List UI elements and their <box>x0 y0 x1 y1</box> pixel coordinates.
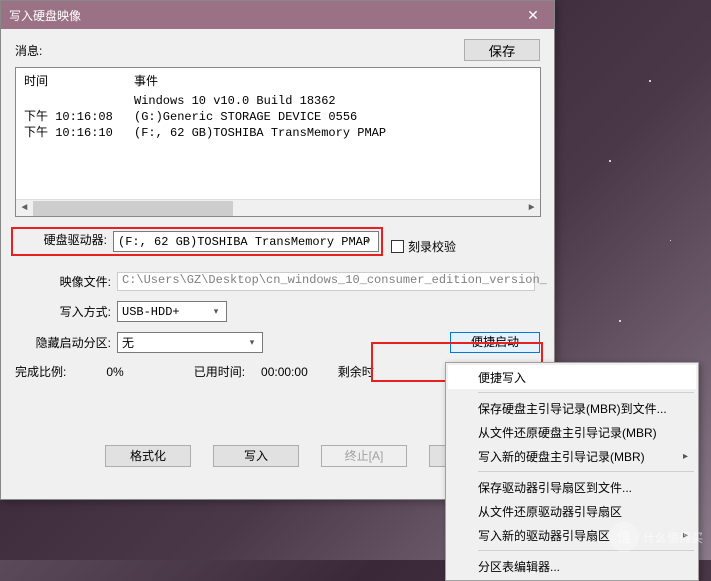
menu-item-restore-mbr[interactable]: 从文件还原硬盘主引导记录(MBR) <box>448 420 696 444</box>
menu-separator <box>478 471 694 472</box>
chevron-down-icon: ▾ <box>208 304 224 319</box>
close-button[interactable]: ✕ <box>512 1 554 29</box>
menu-separator <box>478 392 694 393</box>
menu-item-save-mbr[interactable]: 保存硬盘主引导记录(MBR)到文件... <box>448 396 696 420</box>
log-header-event: 事件 <box>134 72 158 89</box>
titlebar[interactable]: 写入硬盘映像 ✕ <box>1 1 554 29</box>
scroll-track[interactable] <box>33 200 523 217</box>
hide-boot-dropdown[interactable]: 无 ▾ <box>117 332 263 353</box>
hide-boot-label: 隐藏启动分区: <box>15 334 117 351</box>
menu-item-write-mbr[interactable]: 写入新的硬盘主引导记录(MBR) ▸ <box>448 444 696 468</box>
watermark-icon: 值 <box>609 522 639 552</box>
log-box: 时间 事件 Windows 10 v10.0 Build 18362 下午 10… <box>15 67 541 217</box>
menu-item-save-bootsector[interactable]: 保存驱动器引导扇区到文件... <box>448 475 696 499</box>
abort-button: 终止[A] <box>321 445 407 467</box>
save-button[interactable]: 保存 <box>464 39 540 61</box>
scrollbar-horizontal[interactable]: ◄ ► <box>16 199 540 216</box>
log-row: 下午 10:16:10 (F:, 62 GB)TOSHIBA TransMemo… <box>24 125 532 141</box>
quick-boot-button[interactable]: 便捷启动 <box>450 332 540 353</box>
close-icon: ✕ <box>527 7 539 24</box>
image-file-field[interactable]: C:\Users\GZ\Desktop\cn_windows_10_consum… <box>117 272 535 291</box>
watermark: 值 什么值得买 <box>609 522 703 552</box>
remain-label: 剩余时 <box>338 363 374 380</box>
scroll-thumb[interactable] <box>33 201 233 216</box>
menu-item-quick-write[interactable]: 便捷写入 <box>448 365 696 389</box>
drive-dropdown[interactable]: (F:, 62 GB)TOSHIBA TransMemory PMAP ▾ <box>113 231 379 252</box>
chevron-down-icon: ▾ <box>360 234 376 249</box>
scroll-right-icon[interactable]: ► <box>523 200 540 217</box>
verify-checkbox[interactable] <box>391 240 404 253</box>
scroll-left-icon[interactable]: ◄ <box>16 200 33 217</box>
write-mode-dropdown[interactable]: USB-HDD+ ▾ <box>117 301 227 322</box>
format-button[interactable]: 格式化 <box>105 445 191 467</box>
verify-label: 刻录校验 <box>408 238 456 255</box>
highlight-drive: 硬盘驱动器: (F:, 62 GB)TOSHIBA TransMemory PM… <box>11 227 383 256</box>
log-header-time: 时间 <box>24 72 134 89</box>
elapsed-value: 00:00:00 <box>261 365 308 379</box>
write-button[interactable]: 写入 <box>213 445 299 467</box>
window-title: 写入硬盘映像 <box>9 7 81 24</box>
message-label: 消息: <box>15 42 464 59</box>
done-label: 完成比例: <box>15 363 66 380</box>
log-row: Windows 10 v10.0 Build 18362 <box>24 93 532 109</box>
done-value: 0% <box>106 365 123 379</box>
chevron-down-icon: ▾ <box>244 335 260 350</box>
drive-label: 硬盘驱动器: <box>15 231 113 252</box>
chevron-right-icon: ▸ <box>683 451 688 462</box>
log-row: 下午 10:16:08 (G:)Generic STORAGE DEVICE 0… <box>24 109 532 125</box>
write-mode-label: 写入方式: <box>15 303 117 320</box>
menu-item-restore-bootsector[interactable]: 从文件还原驱动器引导扇区 <box>448 499 696 523</box>
image-label: 映像文件: <box>15 273 117 290</box>
elapsed-label: 已用时间: <box>194 363 245 380</box>
menu-item-partition-editor[interactable]: 分区表编辑器... <box>448 554 696 578</box>
